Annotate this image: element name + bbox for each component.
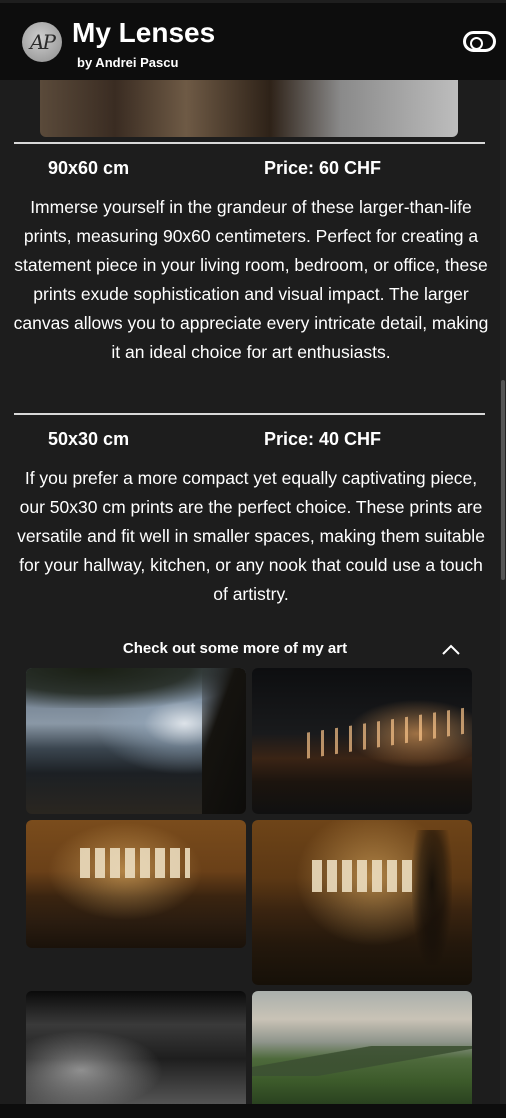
- gallery-photo-seaside-sunset[interactable]: [26, 668, 246, 814]
- print-description: Immerse yourself in the grandeur of thes…: [13, 197, 489, 362]
- print-price: Price: 60 CHF: [264, 158, 382, 178]
- toggle-switch-icon[interactable]: [463, 31, 496, 52]
- gallery-photo-mountain-valley[interactable]: [252, 991, 472, 1104]
- section-divider: [14, 142, 485, 144]
- scrollbar[interactable]: [500, 80, 506, 1104]
- gallery-photo-tram-street-bw[interactable]: [26, 991, 246, 1104]
- gallery-photo-night-street-lights[interactable]: [252, 668, 472, 814]
- section-divider: [14, 413, 485, 415]
- app-header: AP My Lenses by Andrei Pascu: [0, 0, 506, 80]
- print-size: 90x60 cm: [48, 158, 130, 178]
- print-price: Price: 40 CHF: [264, 429, 382, 449]
- print-size: 50x30 cm: [48, 429, 130, 449]
- print-description: If you prefer a more compact yet equally…: [17, 468, 485, 604]
- gallery-photo-street-artist-passerby[interactable]: [252, 820, 472, 985]
- gallery-title: Check out some more of my art: [122, 640, 348, 657]
- bottom-bar: [0, 1104, 506, 1118]
- site-subtitle: by Andrei Pascu: [77, 55, 179, 70]
- main-content: 90x60 cm Price: 60 CHF Immerse yourself …: [0, 80, 500, 1104]
- chevron-up-icon[interactable]: [441, 642, 461, 661]
- site-title[interactable]: My Lenses: [72, 17, 215, 49]
- logo[interactable]: AP: [22, 22, 62, 62]
- gallery-photo-street-artist[interactable]: [26, 820, 246, 948]
- print-photo: [40, 80, 458, 137]
- scrollbar-thumb[interactable]: [501, 380, 505, 580]
- toggle-knob: [470, 37, 483, 50]
